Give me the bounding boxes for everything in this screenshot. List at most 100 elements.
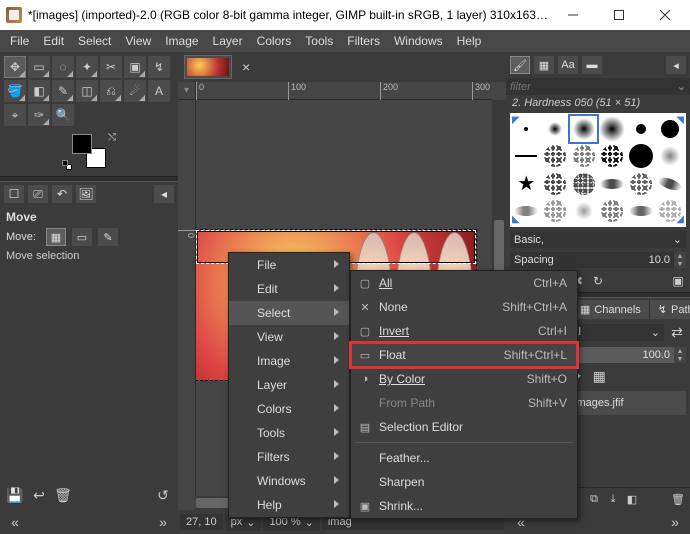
- open-as-image-icon[interactable]: ▣: [670, 273, 686, 289]
- mask-icon[interactable]: ◧: [624, 491, 640, 507]
- ctx-tools[interactable]: Tools: [229, 421, 349, 445]
- ctx-help[interactable]: Help: [229, 493, 349, 517]
- chevron-down-icon[interactable]: ⌄: [677, 80, 686, 93]
- tab-paths[interactable]: ↯Paths: [650, 300, 690, 319]
- collapse-dock-icon[interactable]: «: [6, 513, 24, 531]
- brush-item[interactable]: [598, 170, 627, 198]
- tab-fonts[interactable]: Aa: [558, 56, 578, 74]
- brush-item[interactable]: [627, 115, 656, 143]
- tool-clone[interactable]: ⎌: [100, 80, 122, 102]
- ctx-select-all[interactable]: ▢AllCtrl+A: [351, 271, 577, 295]
- spacing-value[interactable]: 10.0: [634, 252, 674, 268]
- delete-preset-icon[interactable]: 🗑: [54, 486, 72, 504]
- brush-item[interactable]: [512, 143, 541, 171]
- brush-item[interactable]: [598, 143, 627, 171]
- brush-item[interactable]: [627, 198, 656, 226]
- tab-device-status[interactable]: ⎚: [28, 185, 48, 203]
- ruler-origin[interactable]: ▾: [178, 82, 196, 100]
- brush-item[interactable]: [541, 170, 570, 198]
- tool-paths[interactable]: A: [148, 80, 170, 102]
- tab-history[interactable]: ▬: [582, 56, 602, 74]
- swap-colors-icon[interactable]: ⤭: [108, 132, 116, 143]
- tab-images[interactable]: 🖼: [76, 185, 96, 203]
- tool-color-picker[interactable]: ✑: [28, 104, 50, 126]
- ctx-layer[interactable]: Layer: [229, 373, 349, 397]
- ctx-select-none[interactable]: ✕NoneShift+Ctrl+A: [351, 295, 577, 319]
- brush-item[interactable]: [598, 198, 627, 226]
- tool-fuzzy-select[interactable]: ✦: [76, 56, 98, 78]
- brush-item[interactable]: ★: [512, 170, 541, 198]
- tab-menu-icon[interactable]: ◂: [666, 56, 686, 74]
- menu-view[interactable]: View: [119, 32, 157, 50]
- brush-item[interactable]: [598, 115, 627, 143]
- document-tab-close[interactable]: ×: [238, 59, 254, 75]
- reset-preset-icon[interactable]: ↺: [154, 486, 172, 504]
- save-preset-icon[interactable]: 💾: [6, 486, 24, 504]
- window-minimize-button[interactable]: [550, 0, 596, 30]
- menu-edit[interactable]: Edit: [37, 32, 70, 50]
- ctx-shrink[interactable]: ▣Shrink...: [351, 494, 577, 518]
- brush-item[interactable]: [541, 143, 570, 171]
- menu-select[interactable]: Select: [72, 32, 117, 50]
- move-target-layer[interactable]: ▦: [46, 228, 66, 246]
- menu-help[interactable]: Help: [451, 32, 488, 50]
- ctx-filters[interactable]: Filters: [229, 445, 349, 469]
- ctx-windows[interactable]: Windows: [229, 469, 349, 493]
- ruler-vertical[interactable]: 0: [178, 100, 196, 496]
- tab-tool-options[interactable]: ☐: [4, 185, 24, 203]
- move-target-path[interactable]: ✎: [98, 228, 118, 246]
- brush-item[interactable]: [569, 198, 598, 226]
- menu-tools[interactable]: Tools: [299, 32, 339, 50]
- ctx-sharpen[interactable]: Sharpen: [351, 470, 577, 494]
- default-colors-icon[interactable]: [62, 160, 72, 170]
- tool-text[interactable]: ⌖: [4, 104, 26, 126]
- duplicate-layer-icon[interactable]: ⧉: [586, 491, 602, 507]
- refresh-brushes-icon[interactable]: ↻: [590, 273, 606, 289]
- tool-pencil[interactable]: ✎: [52, 80, 74, 102]
- ctx-select-invert[interactable]: ▢InvertCtrl+I: [351, 319, 577, 343]
- ctx-edit[interactable]: Edit: [229, 277, 349, 301]
- restore-preset-icon[interactable]: ↩: [30, 486, 48, 504]
- tool-eraser[interactable]: ◫: [76, 80, 98, 102]
- tool-move[interactable]: ✥: [4, 56, 26, 78]
- tool-zoom[interactable]: 🔍: [52, 104, 74, 126]
- tab-patterns[interactable]: ▦: [534, 56, 554, 74]
- brush-item[interactable]: [569, 115, 598, 143]
- tool-smudge[interactable]: ☄: [124, 80, 146, 102]
- color-swatches[interactable]: ⤭: [72, 134, 106, 168]
- tab-undo-history[interactable]: ↶: [52, 185, 72, 203]
- brush-item[interactable]: [627, 143, 656, 171]
- window-close-button[interactable]: [642, 0, 688, 30]
- merge-down-icon[interactable]: ⤓: [605, 491, 621, 507]
- brush-item[interactable]: [655, 143, 684, 171]
- ctx-select-by-color[interactable]: ◑By ColorShift+O: [351, 367, 577, 391]
- expand-dock-icon[interactable]: »: [666, 513, 684, 531]
- menu-filters[interactable]: Filters: [341, 32, 386, 50]
- ctx-select-float[interactable]: ▭FloatShift+Ctrl+L: [351, 343, 577, 367]
- spacing-spinner[interactable]: ▲▼: [674, 252, 686, 268]
- lock-alpha-icon[interactable]: ▦: [590, 367, 608, 385]
- menu-image[interactable]: Image: [159, 32, 204, 50]
- tool-warp[interactable]: ↯: [148, 56, 170, 78]
- brush-filter-input[interactable]: [510, 81, 673, 93]
- menu-windows[interactable]: Windows: [388, 32, 449, 50]
- ruler-horizontal[interactable]: 0 100 200 300: [196, 82, 492, 100]
- document-tab[interactable]: [184, 55, 232, 79]
- opacity-spinner[interactable]: ▲▼: [674, 347, 686, 363]
- brush-item[interactable]: [627, 170, 656, 198]
- menu-file[interactable]: File: [4, 32, 35, 50]
- brush-item[interactable]: [569, 170, 598, 198]
- tool-crop[interactable]: ✂: [100, 56, 122, 78]
- ctx-file[interactable]: File: [229, 253, 349, 277]
- tool-rect-select[interactable]: ▭: [28, 56, 50, 78]
- ctx-image[interactable]: Image: [229, 349, 349, 373]
- layer-name[interactable]: images.jfif: [574, 397, 624, 409]
- brush-item[interactable]: [569, 143, 598, 171]
- fg-color-swatch[interactable]: [72, 134, 92, 154]
- menu-layer[interactable]: Layer: [207, 32, 249, 50]
- brush-item[interactable]: [541, 115, 570, 143]
- mode-switch-icon[interactable]: ⇄: [668, 323, 686, 341]
- delete-layer-icon[interactable]: 🗑: [670, 491, 686, 507]
- tool-free-select[interactable]: ◌: [52, 56, 74, 78]
- ctx-colors[interactable]: Colors: [229, 397, 349, 421]
